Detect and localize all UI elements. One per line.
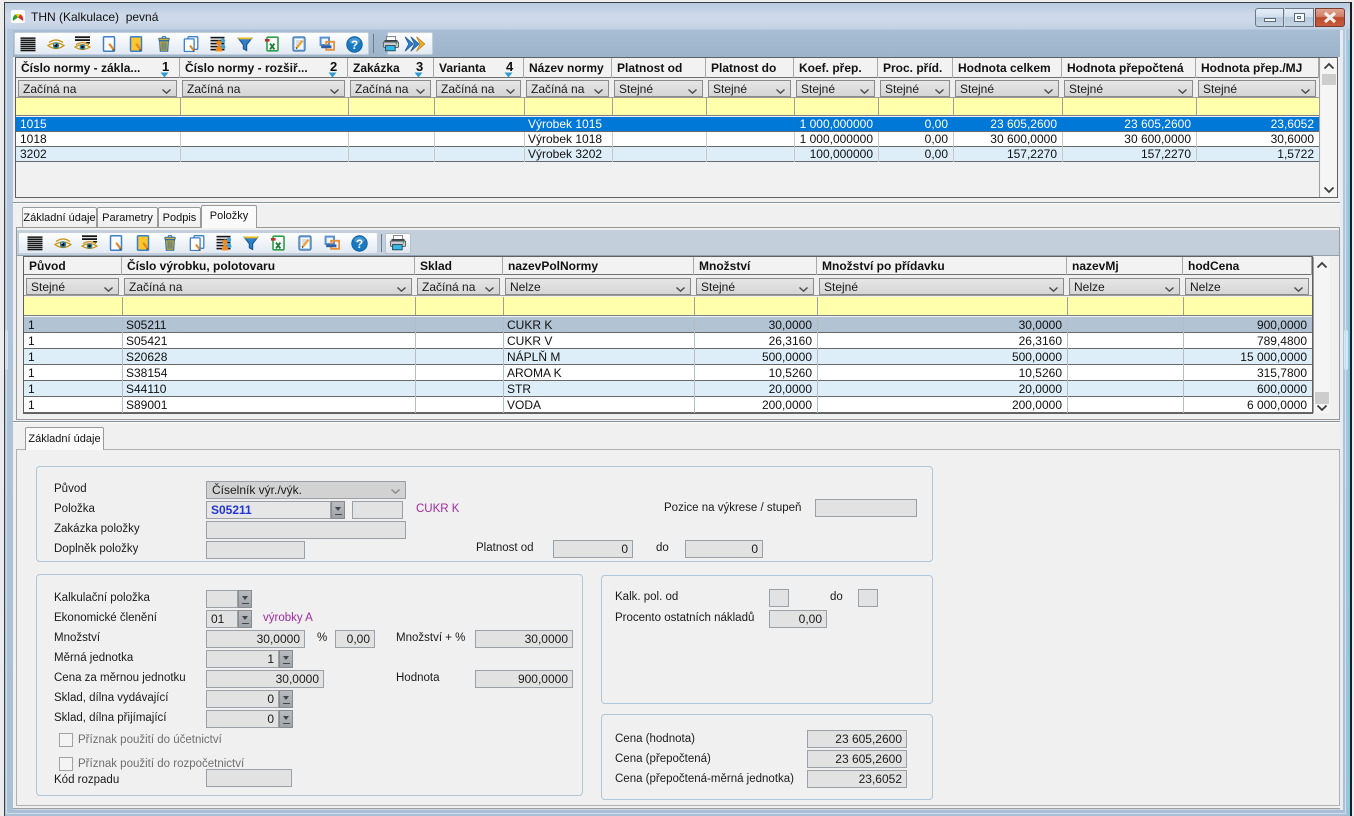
svg-text:?: ? <box>356 237 363 251</box>
svg-text:?: ? <box>351 38 358 52</box>
